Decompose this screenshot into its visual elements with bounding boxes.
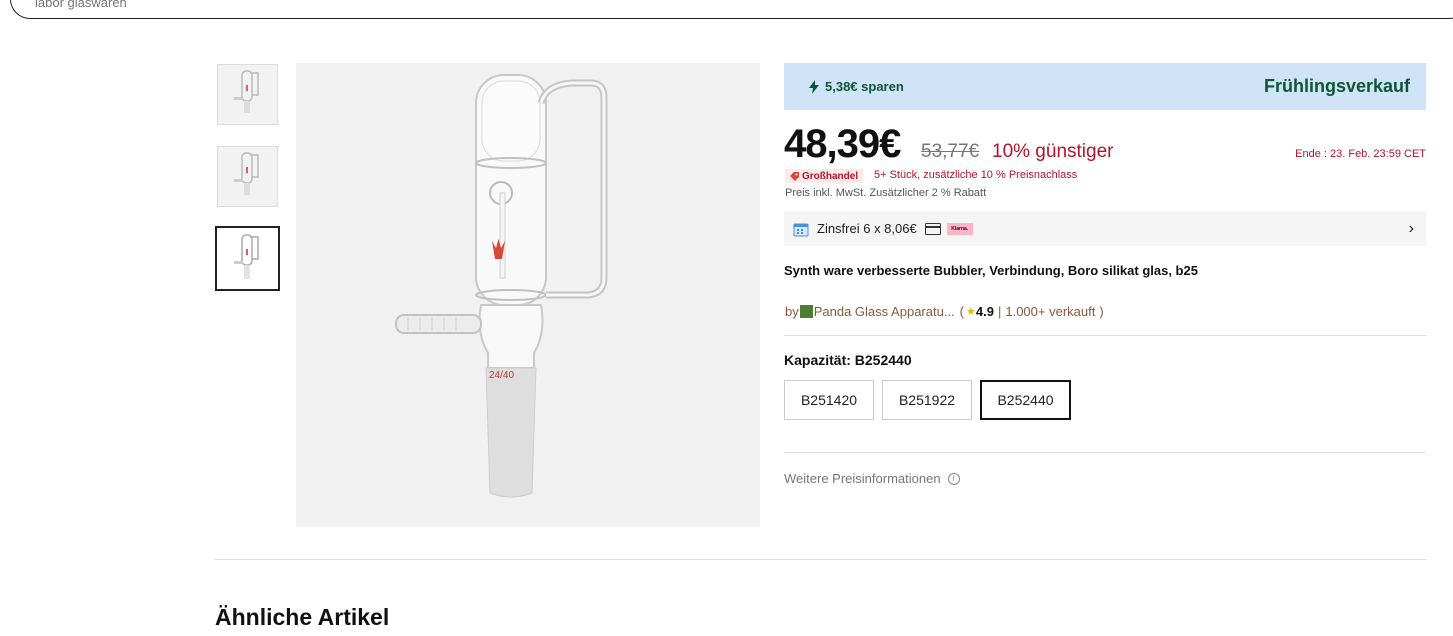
gallery-thumbnail-1[interactable]	[217, 64, 278, 125]
installment-row[interactable]: Zinsfrei 6 x 8,06€ Klarna. ›	[784, 211, 1426, 246]
section-divider	[215, 559, 1426, 560]
wholesale-info: 5+ Stück, zusätzliche 10 % Preisnachlass	[874, 169, 1078, 181]
variant-option-b252440[interactable]: B252440	[980, 380, 1071, 420]
search-input[interactable]	[35, 0, 435, 10]
product-title: Synth ware verbesserte Bubbler, Verbindu…	[784, 263, 1198, 278]
more-price-info-link[interactable]: Weitere Preisinformationen i	[784, 471, 960, 486]
klarna-logo: Klarna.	[946, 222, 973, 235]
seller-rating: 4.9	[975, 304, 994, 319]
tax-note: Preis inkl. MwSt. Zusätzlicher 2 % Rabat…	[785, 187, 987, 199]
promo-title: Frühlingsverkauf	[1263, 76, 1410, 96]
star-icon: ★	[966, 306, 976, 318]
info-icon: i	[947, 472, 960, 485]
product-thumbnail-image	[233, 233, 259, 279]
seller-info[interactable]: by Panda Glass Apparatu... ( ★ 4.9 | 1.0…	[785, 304, 1104, 319]
credit-card-icon	[924, 222, 941, 235]
search-bar[interactable]	[10, 0, 1453, 19]
store-icon	[799, 305, 813, 318]
installment-text: Zinsfrei 6 x 8,06€	[817, 221, 917, 236]
gallery-thumbnail-3[interactable]	[215, 226, 280, 291]
more-price-info-label: Weitere Preisinformationen	[784, 471, 941, 486]
lightning-icon	[809, 79, 819, 94]
seller-open-paren: (	[959, 304, 965, 319]
promo-save: 5,38€ sparen	[808, 79, 904, 94]
seller-prefix: by	[785, 304, 799, 319]
tag-icon	[790, 171, 799, 181]
chevron-right-icon: ›	[1408, 220, 1414, 237]
current-price: 48,39€	[784, 122, 901, 166]
wholesale-badge-label: Großhandel	[802, 170, 859, 182]
original-price: 53,77€	[921, 141, 980, 162]
divider	[784, 335, 1426, 336]
capacity-label: Kapazität: B252440	[784, 352, 912, 368]
seller-sold-count: 1.000+ verkauft	[1005, 304, 1096, 319]
promo-banner: 5,38€ sparen Frühlingsverkauf	[784, 63, 1426, 110]
product-thumbnail-image	[233, 69, 259, 113]
divider	[784, 452, 1426, 453]
variant-option-b251420[interactable]: B251420	[784, 380, 874, 420]
gallery-thumbnail-2[interactable]	[217, 146, 278, 207]
variant-option-b251922[interactable]: B251922	[882, 380, 972, 420]
product-thumbnail-image	[233, 151, 259, 195]
bubbler-illustration: 24/40	[395, 74, 608, 498]
seller-name[interactable]: Panda Glass Apparatu...	[814, 304, 955, 319]
wholesale-badge: Großhandel	[785, 169, 864, 183]
calendar-icon	[793, 223, 809, 236]
similar-items-heading: Ähnliche Artikel	[215, 604, 390, 630]
seller-close-paren: )	[1099, 304, 1104, 319]
main-product-image[interactable]: 24/40	[296, 63, 760, 527]
discount-label: 10% günstiger	[992, 141, 1114, 162]
sale-end-time: Ende : 23. Feb. 23:59 CET	[1295, 148, 1426, 160]
promo-save-text: 5,38€ sparen	[825, 79, 904, 94]
joint-size-label: 24/40	[489, 370, 514, 381]
seller-separator: |	[997, 304, 1002, 319]
